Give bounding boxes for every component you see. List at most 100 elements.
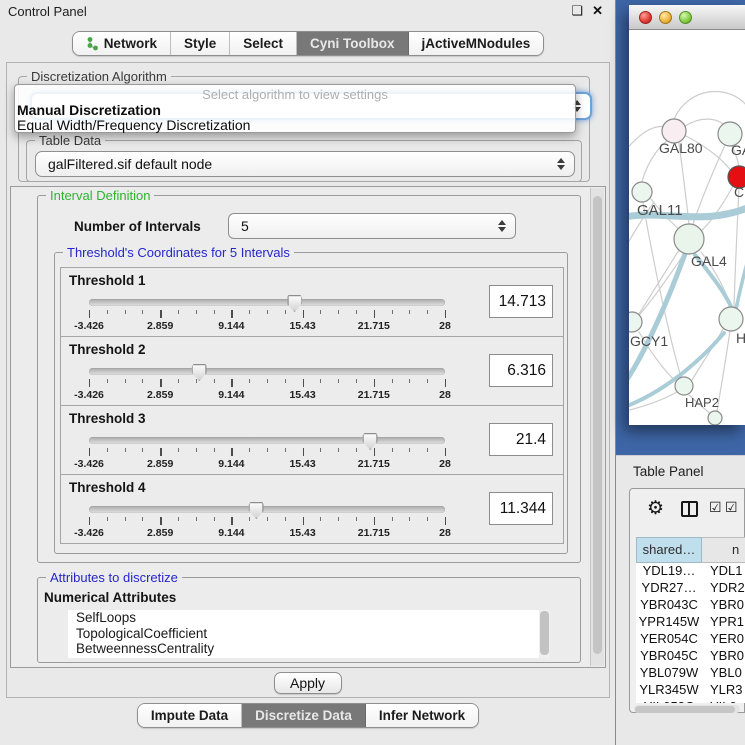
tab-cyni-toolbox[interactable]: Cyni Toolbox xyxy=(297,32,409,55)
vertical-scrollbar[interactable] xyxy=(590,188,604,666)
cell-name[interactable]: YBR0 xyxy=(702,648,744,665)
network-edge[interactable] xyxy=(685,119,724,126)
network-edge-thick[interactable] xyxy=(736,244,745,309)
cell-shared-name[interactable]: YPR145W xyxy=(636,614,702,631)
checkbox-icon[interactable]: ☑ xyxy=(725,499,738,516)
cell-shared-name[interactable]: YER054C xyxy=(636,631,702,648)
network-edge[interactable] xyxy=(674,91,745,119)
algorithm-popup-hint[interactable]: Select algorithm to view settings xyxy=(15,87,575,102)
slider-track[interactable] xyxy=(89,299,445,306)
cell-name[interactable]: YDR2 xyxy=(702,580,745,597)
table-row[interactable]: YBR043CYBR0 xyxy=(636,597,745,614)
traffic-light-zoom-button[interactable] xyxy=(679,11,692,24)
cell-shared-name[interactable]: YIL052C xyxy=(636,699,702,703)
slider-thumb[interactable] xyxy=(249,502,264,519)
cell-shared-name[interactable]: YLR345W xyxy=(636,682,702,699)
slider-tick xyxy=(409,517,410,521)
split-columns-icon[interactable] xyxy=(681,501,698,517)
tab-network[interactable]: Network xyxy=(73,32,171,55)
tab-infer-network[interactable]: Infer Network xyxy=(366,704,478,727)
cell-name[interactable]: YBR0 xyxy=(702,597,744,614)
table-row[interactable]: YPR145WYPR1 xyxy=(636,614,745,631)
column-header-shared-name[interactable]: shared… xyxy=(636,537,702,563)
network-window-titlebar[interactable] xyxy=(629,5,745,30)
slider-thumb[interactable] xyxy=(192,364,207,381)
table-row[interactable]: YLR345WYLR3 xyxy=(636,682,745,699)
slider-thumb[interactable] xyxy=(363,433,378,450)
cell-shared-name[interactable]: YBL079W xyxy=(636,665,702,682)
tab-jactivemnodules[interactable]: jActiveMNodules xyxy=(409,32,544,55)
slider-tick xyxy=(427,517,428,521)
cell-name[interactable]: YDL1 xyxy=(702,563,743,580)
cell-name[interactable]: YBL0 xyxy=(702,665,742,682)
cell-shared-name[interactable]: YBR045C xyxy=(636,648,702,665)
attributes-scrollbar-thumb[interactable] xyxy=(540,611,549,655)
cell-name[interactable]: YIL0 xyxy=(702,699,737,703)
network-node-gal11[interactable] xyxy=(632,182,652,202)
attribute-list-item[interactable]: BetweennessCentrality xyxy=(68,641,550,657)
network-node[interactable] xyxy=(719,307,743,331)
attribute-list-item[interactable]: TopologicalCoefficient xyxy=(68,626,550,642)
threshold-value-field[interactable]: 11.344 xyxy=(489,492,553,525)
slider-track[interactable] xyxy=(89,506,445,513)
cell-name[interactable]: YLR3 xyxy=(702,682,743,699)
threshold-value-field[interactable]: 21.4 xyxy=(489,423,553,456)
float-window-icon[interactable]: ❏ xyxy=(571,3,583,19)
cell-shared-name[interactable]: YBR043C xyxy=(636,597,702,614)
network-node[interactable] xyxy=(708,411,722,425)
number-of-intervals-value: 5 xyxy=(241,218,249,234)
cell-shared-name[interactable]: YDL19… xyxy=(636,563,702,580)
slider-track[interactable] xyxy=(89,437,445,444)
network-graph-canvas[interactable]: GAL80GAL11GAL4GCY1HAP2GACH xyxy=(629,31,745,425)
attribute-list-item[interactable]: SelfLoops xyxy=(68,610,550,626)
table-data-combobox[interactable]: galFiltered.sif default node xyxy=(35,151,575,177)
table-row[interactable]: YIL052CYIL0 xyxy=(636,699,745,703)
network-node-hap2[interactable] xyxy=(675,377,693,395)
slider-tick-label: 9.144 xyxy=(218,320,244,332)
threshold-value-field[interactable]: 14.713 xyxy=(489,285,553,318)
number-of-intervals-spinner[interactable]: 5 xyxy=(228,213,516,239)
tab-style[interactable]: Style xyxy=(171,32,230,55)
table-row[interactable]: YBR045CYBR0 xyxy=(636,648,745,665)
slider-tick xyxy=(445,379,446,387)
slider-track[interactable] xyxy=(89,368,445,375)
table-row[interactable]: YDR27…YDR2 xyxy=(636,580,745,597)
slider-thumb[interactable] xyxy=(287,295,302,312)
network-edge[interactable] xyxy=(701,186,733,231)
apply-button[interactable]: Apply xyxy=(274,672,342,694)
thresholds-group: Threshold's Coordinates for 5 Intervals … xyxy=(54,252,568,554)
node-table[interactable]: shared… n YDL19…YDL1YDR27…YDR2YBR043CYBR… xyxy=(636,537,745,703)
attributes-scrollbar[interactable] xyxy=(539,610,550,658)
numerical-attributes-list[interactable]: SelfLoopsTopologicalCoefficientBetweenne… xyxy=(68,610,550,658)
threshold-value-field[interactable]: 6.316 xyxy=(489,354,553,387)
algorithm-option-equal-width[interactable]: Equal Width/Frequency Discretization xyxy=(17,117,250,133)
network-node-gal4[interactable] xyxy=(674,224,704,254)
checkbox-icon[interactable]: ☑ xyxy=(709,499,722,516)
close-icon[interactable]: ✕ xyxy=(592,3,603,19)
network-edge[interactable] xyxy=(734,188,739,307)
traffic-light-close-button[interactable] xyxy=(639,11,652,24)
column-header-name[interactable]: n xyxy=(702,537,745,563)
cell-shared-name[interactable]: YDR27… xyxy=(636,580,702,597)
table-row[interactable]: YDL19…YDL1 xyxy=(636,563,745,580)
horizontal-scrollbar[interactable] xyxy=(634,705,740,713)
slider-tick xyxy=(356,310,357,314)
network-node-label: GCY1 xyxy=(630,333,668,349)
cell-name[interactable]: YPR1 xyxy=(702,614,744,631)
tab-discretize-data[interactable]: Discretize Data xyxy=(242,704,366,727)
tab-impute-data[interactable]: Impute Data xyxy=(138,704,242,727)
slider-tick xyxy=(214,448,215,452)
tab-select[interactable]: Select xyxy=(230,32,297,55)
cell-name[interactable]: YER0 xyxy=(702,631,744,648)
slider-tick xyxy=(196,517,197,521)
vertical-scrollbar-thumb[interactable] xyxy=(593,196,602,654)
table-row[interactable]: YER054CYER0 xyxy=(636,631,745,648)
slider-tick xyxy=(427,448,428,452)
traffic-light-minimize-button[interactable] xyxy=(659,11,672,24)
algorithm-option-manual[interactable]: Manual Discretization xyxy=(17,102,161,118)
horizontal-scrollbar-thumb[interactable] xyxy=(635,706,735,713)
gear-icon[interactable]: ⚙ xyxy=(647,497,664,520)
slider-tick xyxy=(107,310,108,314)
network-edge[interactable] xyxy=(643,203,681,377)
table-row[interactable]: YBL079WYBL0 xyxy=(636,665,745,682)
